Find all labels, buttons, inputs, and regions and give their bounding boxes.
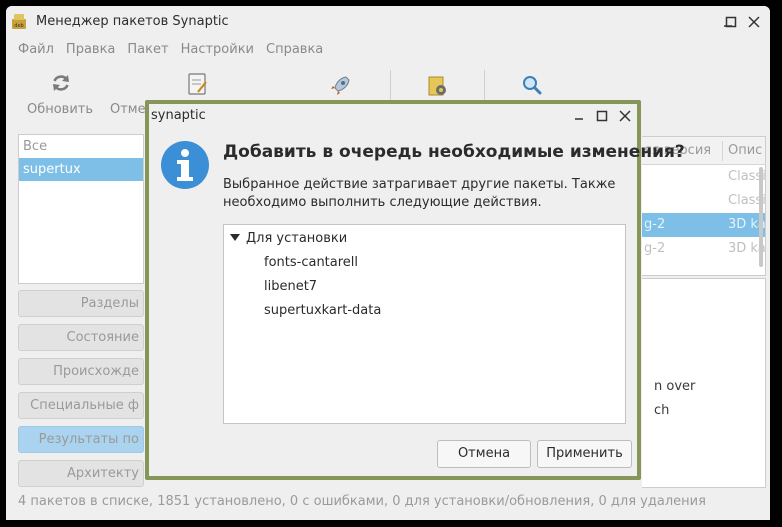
changes-tree[interactable]: Для установки fonts-cantarell libenet7 s…	[223, 224, 626, 424]
origin-button[interactable]: Происхожде	[18, 358, 144, 385]
description-line: ch	[654, 403, 670, 418]
menu-package[interactable]: Пакет	[127, 42, 168, 57]
refresh-label: Обновить	[26, 102, 94, 117]
close-icon[interactable]	[744, 12, 764, 32]
mark-all-button[interactable]: Отме	[110, 64, 150, 122]
tree-group-install[interactable]: Для установки	[230, 231, 347, 246]
svg-text:deb: deb	[14, 23, 23, 29]
expander-arrow-icon[interactable]	[230, 234, 240, 241]
synaptic-app-icon: deb	[12, 14, 26, 29]
menu-edit[interactable]: Правка	[66, 42, 115, 57]
description-pane: n over ch	[642, 278, 766, 488]
search-results-button[interactable]: Результаты по	[18, 426, 144, 453]
dialog-titlebar[interactable]: synaptic	[149, 104, 637, 128]
sections-button[interactable]: Разделы	[18, 290, 144, 317]
list-item[interactable]: fonts-cantarell	[264, 255, 358, 270]
changes-dialog: synaptic Добавить в очередь необходимые …	[145, 100, 685, 480]
search-icon[interactable]	[520, 73, 544, 97]
table-row[interactable]: Classic	[642, 165, 765, 189]
dialog-minimize-icon[interactable]	[570, 107, 588, 125]
dialog-maximize-icon[interactable]	[593, 107, 611, 125]
dialog-heading: Добавить в очередь необходимые изменения…	[223, 142, 685, 162]
apply-button[interactable]: Применить	[537, 440, 632, 468]
window-title: Менеджер пакетов Synaptic	[36, 14, 229, 29]
list-item[interactable]: libenet7	[264, 279, 317, 294]
maximize-icon[interactable]	[721, 12, 741, 32]
description-line: n over	[654, 379, 696, 394]
list-item[interactable]: supertuxkart-data	[264, 303, 381, 318]
table-row[interactable]: Classic	[642, 189, 765, 213]
custom-filters-button[interactable]: Специальные ф	[18, 392, 144, 419]
mark-all-label: Отме	[110, 102, 146, 117]
settings-folder-icon[interactable]	[426, 74, 450, 98]
filter-list[interactable]: Все supertux	[18, 134, 144, 284]
architecture-button[interactable]: Архитекту	[18, 460, 144, 487]
filter-item-supertux[interactable]: supertux	[19, 158, 143, 181]
filter-item-all[interactable]: Все	[19, 135, 143, 158]
menubar: Файл Правка Пакет Настройки Справка	[6, 38, 770, 60]
table-row[interactable]: g-2 3D ka	[642, 237, 765, 261]
cancel-button[interactable]: Отмена	[437, 440, 531, 468]
refresh-button[interactable]: Обновить	[20, 64, 100, 122]
dialog-body: synaptic Добавить в очередь необходимые …	[149, 104, 685, 476]
info-icon	[161, 141, 209, 189]
menu-file[interactable]: Файл	[18, 42, 54, 57]
dialog-close-icon[interactable]	[616, 107, 634, 125]
tree-group-label: Для установки	[246, 231, 348, 246]
table-scrollbar[interactable]	[759, 167, 763, 267]
menu-settings[interactable]: Настройки	[181, 42, 254, 57]
dialog-title: synaptic	[151, 108, 206, 123]
menu-help[interactable]: Справка	[266, 42, 323, 57]
window-titlebar[interactable]: deb Менеджер пакетов Synaptic	[6, 6, 770, 38]
properties-icon[interactable]	[186, 72, 210, 98]
refresh-icon	[53, 75, 69, 91]
apply-rocket-icon[interactable]	[328, 74, 352, 98]
dialog-message: Выбранное действие затрагивает другие па…	[223, 177, 616, 210]
status-bar: 4 пакетов в списке, 1851 установлено, 0 …	[18, 494, 706, 509]
column-description[interactable]: Опис	[728, 143, 762, 158]
table-row[interactable]: g-2 3D ka	[642, 213, 765, 237]
status-button[interactable]: Состояние	[18, 324, 144, 351]
